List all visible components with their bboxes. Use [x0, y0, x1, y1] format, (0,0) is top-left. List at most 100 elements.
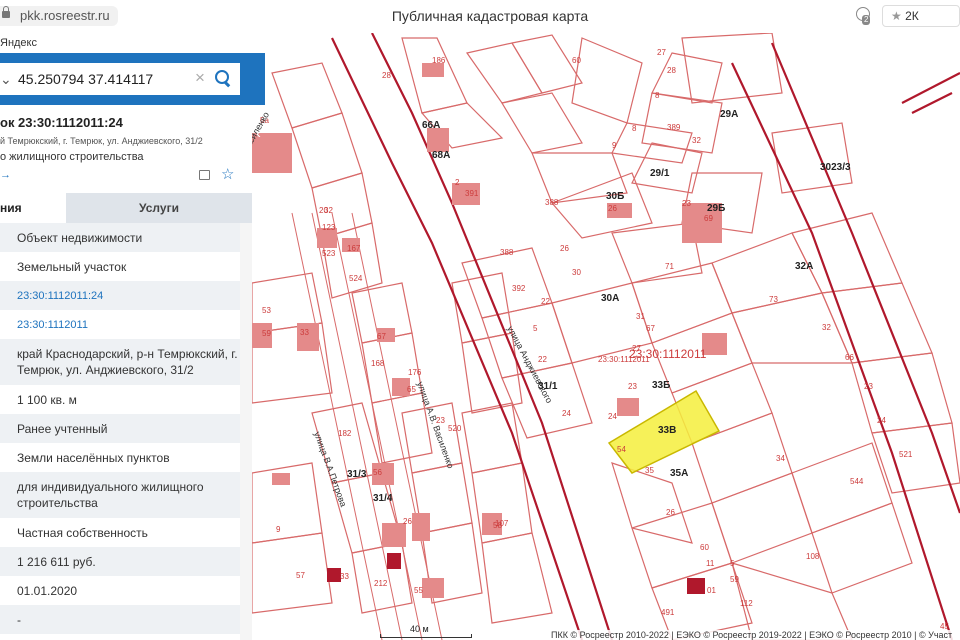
property-row[interactable]: 23:30:1112011:24	[0, 281, 240, 310]
chevron-down-icon[interactable]: ⌄	[0, 71, 12, 88]
reviews-button[interactable]: ★ 2К отзывов	[882, 5, 960, 43]
property-row: Земли населённых пунктов	[17, 450, 170, 465]
parcel-label: 73	[769, 295, 778, 304]
parcel-label: 65	[407, 385, 416, 394]
parcel-label: 32	[692, 136, 701, 145]
parcel-label: 33	[300, 328, 309, 337]
search-bar: ⌄ 45.250794 37.414117 × ‹	[0, 53, 265, 141]
parcel-label: 212	[374, 579, 388, 588]
page-title: Публичная кадастровая карта	[391, 8, 589, 24]
tab-services[interactable]: Услуги	[66, 193, 252, 223]
property-row: -	[0, 605, 240, 634]
property-row: для индивидуального жилищного строительс…	[0, 472, 240, 518]
zoom-to-object-icon[interactable]	[199, 170, 210, 180]
search-input[interactable]: ⌄ 45.250794 37.414117 ×	[0, 63, 240, 95]
parcel-label: 28	[667, 66, 676, 75]
parcel-label: 523	[322, 249, 336, 258]
parcel-label: 24	[608, 412, 617, 421]
parcel-label: 24	[877, 416, 886, 425]
parcel-label: 8	[632, 124, 637, 133]
parcel-label: 66	[845, 353, 854, 362]
property-row: Частная собственность	[17, 525, 148, 540]
parcel-label: 388	[545, 198, 559, 207]
parcel-label: 30А	[601, 293, 619, 304]
parcel-label: 54	[617, 445, 626, 454]
parcel-label: 389	[667, 123, 681, 132]
parcel-label: 60	[700, 543, 709, 552]
parcel-label: 9	[612, 141, 617, 150]
parcel-label: 35	[645, 466, 654, 475]
property-row[interactable]: 23:30:1112011	[0, 310, 240, 339]
parcel-label: 108	[806, 552, 820, 561]
parcel-label: 521	[899, 450, 913, 459]
parcel-label: 66А	[422, 120, 440, 131]
scrollbar[interactable]	[240, 223, 252, 640]
property-row: Объект недвижимости	[0, 223, 240, 252]
browser-top-bar: pkk.rosreestr.ru Публичная кадастровая к…	[0, 0, 960, 43]
parcel-label: 34	[776, 454, 785, 463]
parcel-label: 26	[560, 244, 569, 253]
parcel-label: 33Б	[652, 380, 670, 391]
parcel-label: 20	[319, 206, 328, 215]
favorite-star-icon[interactable]: ☆	[221, 165, 234, 183]
parcel-number-label: 23:30:1112011	[629, 347, 707, 361]
parcel-label: 24	[562, 409, 571, 418]
close-icon[interactable]: ×	[195, 68, 205, 88]
property-row: 1 216 611 руб.	[0, 547, 240, 576]
arrow-icon[interactable]: →	[0, 169, 11, 181]
parcel-label: 33В	[658, 425, 676, 436]
parcel-label: 491	[661, 608, 675, 617]
yandex-bookmark[interactable]: Яндекс	[0, 33, 265, 53]
parcel-label: 58	[493, 521, 502, 530]
tab-information[interactable]: ния	[0, 193, 66, 223]
property-row: 01.01.2020	[17, 583, 78, 598]
search-icon[interactable]	[212, 67, 234, 89]
parcel-label: 2	[455, 178, 460, 187]
parcel-label: 31	[636, 312, 645, 321]
parcel-label: 9	[276, 525, 281, 534]
property-list: Объект недвижимости Земельный участок 23:3…	[0, 223, 240, 634]
parcel-label: 26	[403, 517, 412, 526]
collapse-panel-button[interactable]: ‹	[252, 117, 265, 149]
parcel-label: 23	[864, 382, 873, 391]
parcel-label: 28	[382, 71, 391, 80]
parcel-label: 29А	[720, 109, 738, 120]
parcel-label: 8	[655, 91, 660, 100]
parcel-label: 176	[408, 368, 422, 377]
parcel-label: 53	[262, 306, 271, 315]
parcel-label: 60	[572, 56, 581, 65]
parcel-label: 67	[377, 332, 386, 341]
street-label: улица В.А.Петрова	[312, 430, 349, 508]
parcel-label: 388	[500, 248, 514, 257]
cadastral-map[interactable]: 28 186 27 28 60 8 29А 9 8 32 389 29/1 66А 68А 2 391 388 3…	[252, 33, 960, 640]
property-row: 1 100 кв. м	[17, 392, 77, 407]
parcel-label: 186	[432, 56, 446, 65]
parcel-label: 01	[707, 586, 716, 595]
reviews-count-badge: 2	[862, 15, 871, 25]
parcel-label: 544	[850, 477, 864, 486]
parcel-label: 71	[665, 262, 674, 271]
search-value[interactable]: 45.250794 37.414117	[18, 71, 153, 87]
parcel-label: 29/1	[650, 168, 670, 179]
parcel-label: 112	[740, 599, 753, 608]
parcel-label: 22	[538, 355, 547, 364]
parcel-label: 168	[371, 359, 385, 368]
parcel-label: 30	[572, 268, 581, 277]
object-purpose: о жилищного строительства	[0, 151, 144, 163]
parcel-label: 35А	[670, 468, 688, 479]
info-tabs: ния Услуги	[0, 193, 252, 223]
parcel-label: 59	[730, 575, 739, 584]
parcel-label: 31/4	[373, 493, 393, 504]
parcel-label: 32А	[795, 261, 813, 272]
scale-label: 40 м	[410, 624, 429, 634]
parcel-label: 11	[706, 559, 715, 568]
parcel-label: 26	[608, 204, 617, 213]
map-canvas: 28186272860829А983238929/166А68А23913883…	[252, 33, 960, 640]
parcel-label: 56	[373, 468, 382, 477]
parcel-label: 123	[322, 223, 336, 232]
map-attribution: ПКК © Росреестр 2010-2022 | ЕЭКО © Росре…	[548, 630, 956, 640]
parcel-label: 524	[349, 274, 363, 283]
parcel-label: 23	[628, 382, 637, 391]
map-scale-bar: 40 м	[380, 624, 472, 640]
parcel-label: 5	[730, 559, 735, 568]
